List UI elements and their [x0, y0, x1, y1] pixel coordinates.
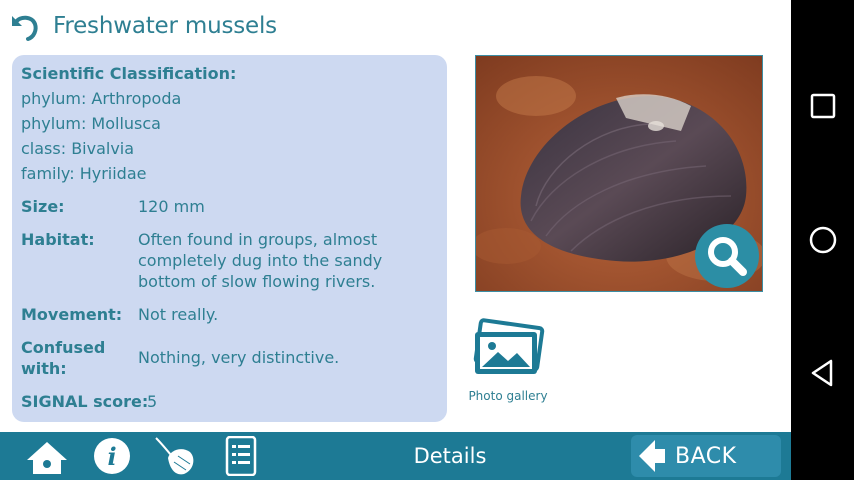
- movement-value: Not really.: [138, 305, 219, 324]
- feather-icon[interactable]: [152, 436, 200, 476]
- header: Freshwater mussels: [0, 0, 791, 55]
- recent-apps-icon[interactable]: [805, 88, 841, 124]
- bottom-toolbar: i Details BACK: [0, 432, 791, 480]
- home-circle-icon[interactable]: [805, 222, 841, 258]
- confused-with-label: Confused with:: [21, 338, 106, 378]
- page-title: Freshwater mussels: [53, 13, 277, 39]
- species-info-panel: Scientific Classification: phylum: Arthr…: [12, 55, 447, 422]
- photo-gallery-label: Photo gallery: [468, 389, 548, 403]
- classification-line: family: Hyriidae: [21, 164, 147, 183]
- home-icon[interactable]: [25, 436, 69, 476]
- back-button[interactable]: BACK: [631, 435, 781, 477]
- back-button-label: BACK: [675, 444, 737, 469]
- info-icon[interactable]: i: [92, 436, 132, 476]
- photo-gallery-button[interactable]: Photo gallery: [462, 318, 558, 410]
- classification-line: phylum: Mollusca: [21, 114, 161, 133]
- movement-label: Movement:: [21, 305, 123, 324]
- arrow-left-icon: [639, 440, 665, 472]
- photos-icon: [473, 318, 545, 374]
- svg-text:i: i: [107, 442, 116, 471]
- habitat-label: Habitat:: [21, 230, 95, 249]
- size-value: 120 mm: [138, 197, 205, 216]
- size-label: Size:: [21, 197, 65, 216]
- current-tab-label: Details: [413, 444, 487, 468]
- app-screen: Freshwater mussels Scientific Classifica…: [0, 0, 791, 480]
- classification-line: phylum: Arthropoda: [21, 89, 182, 108]
- android-nav-bar: [791, 0, 854, 480]
- confused-with-value: Nothing, very distinctive.: [138, 348, 340, 367]
- zoom-button[interactable]: [695, 224, 759, 288]
- signal-score-value: 5: [147, 392, 158, 411]
- habitat-value: Often found in groups, almost completely…: [138, 230, 383, 291]
- back-triangle-icon[interactable]: [805, 355, 841, 391]
- list-icon[interactable]: [222, 436, 260, 476]
- classification-heading: Scientific Classification:: [21, 64, 237, 83]
- magnifier-icon: [708, 237, 747, 276]
- signal-score-label: SIGNAL score:: [21, 392, 149, 411]
- classification-line: class: Bivalvia: [21, 139, 135, 158]
- undo-arrow-icon[interactable]: [8, 10, 40, 42]
